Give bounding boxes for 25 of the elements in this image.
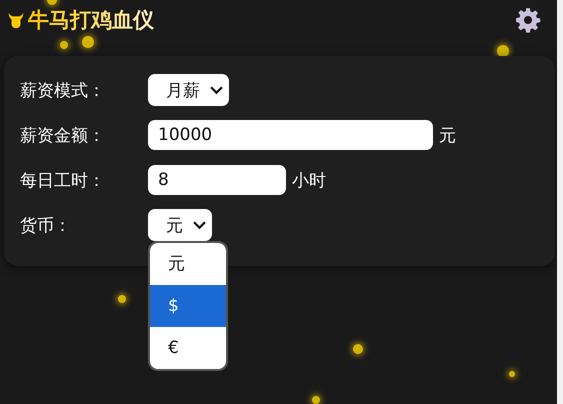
unit-label: 元 <box>439 124 456 146</box>
dropdown-option[interactable]: 元 <box>150 243 226 285</box>
field-label: 薪资模式： <box>20 80 106 102</box>
glow-dot <box>497 45 509 57</box>
caret-icon <box>193 220 206 230</box>
field-label: 货币： <box>20 214 72 236</box>
dropdown-option[interactable]: $ <box>150 285 226 327</box>
unit-label: 小时 <box>292 170 326 192</box>
glow-dot <box>118 295 126 303</box>
field-label: 薪资金额： <box>20 124 106 146</box>
glow-dot <box>312 396 320 404</box>
input-field[interactable]: 10000 <box>148 120 433 150</box>
glow-dot <box>82 36 94 48</box>
dropdown-option[interactable]: € <box>150 327 226 369</box>
bull-head-icon <box>7 11 25 29</box>
field-label: 每日工时： <box>20 170 106 192</box>
input-field[interactable]: 8 <box>148 165 286 195</box>
glow-dot <box>509 371 515 377</box>
dropdown-select[interactable]: 元 <box>148 209 212 241</box>
dropdown-select[interactable]: 月薪 <box>148 74 229 106</box>
glow-dot <box>60 41 68 49</box>
settings-icon[interactable] <box>515 7 541 33</box>
app-title: 牛马打鸡血仪 <box>28 6 154 34</box>
caret-icon <box>210 86 223 94</box>
glow-dot <box>353 344 363 354</box>
